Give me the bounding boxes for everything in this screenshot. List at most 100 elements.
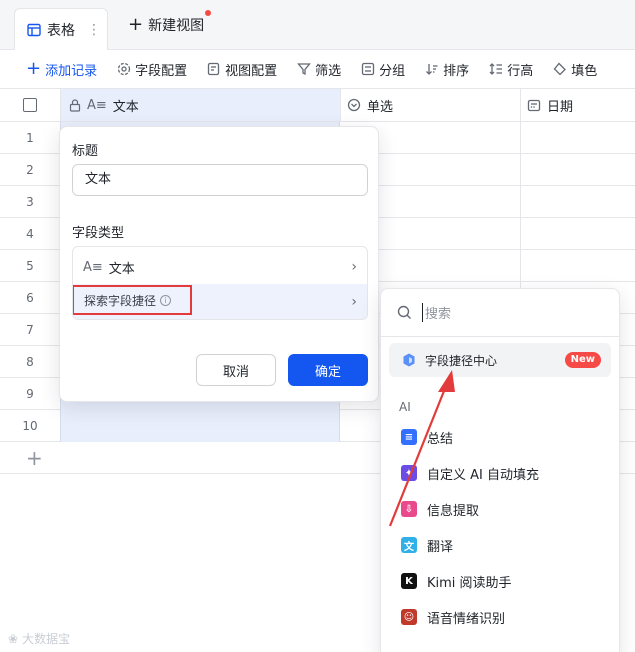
select-all-checkbox[interactable] bbox=[23, 98, 37, 112]
explore-shortcuts-label: 探索字段捷径 bbox=[84, 293, 157, 308]
toolbar: + 添加记录 字段配置 视图配置 筛选 分组 排序 行高 填色 bbox=[0, 50, 635, 88]
tab-label: 表格 bbox=[47, 22, 75, 39]
cell-divider bbox=[520, 154, 521, 186]
new-view-label: 新建视图 bbox=[148, 18, 205, 34]
shortcut-item-label: 自定义 AI 自动填充 bbox=[427, 467, 539, 483]
emotion-icon: ☺ bbox=[401, 609, 417, 625]
plus-icon: + bbox=[26, 446, 43, 470]
fill-color-label: 填色 bbox=[571, 63, 598, 79]
explore-shortcuts-option[interactable]: 探索字段捷径 i › bbox=[73, 284, 367, 319]
cell-divider bbox=[520, 218, 521, 250]
shortcut-center-item[interactable]: 字段捷径中心 New bbox=[389, 343, 611, 377]
column-header-date[interactable]: 日期 bbox=[520, 88, 635, 122]
notification-dot bbox=[205, 10, 211, 16]
shortcut-item-kimi[interactable]: K Kimi 阅读助手 bbox=[401, 563, 512, 599]
calendar-icon bbox=[527, 99, 541, 112]
explore-shortcuts-highlight: 探索字段捷径 i bbox=[73, 285, 192, 315]
shortcut-item-label: 翻译 bbox=[427, 539, 454, 555]
text-type-icon: A≡ bbox=[83, 259, 103, 275]
lock-icon bbox=[69, 98, 81, 112]
add-record-label: 添加记录 bbox=[45, 63, 98, 79]
title-label: 标题 bbox=[72, 144, 99, 159]
more-icon[interactable]: ⋮ bbox=[87, 22, 101, 38]
view-tab-bar: 表格 ⋮ + 新建视图 bbox=[0, 0, 635, 50]
row-number: 5 bbox=[26, 259, 34, 273]
sort-button[interactable]: 排序 bbox=[425, 60, 469, 79]
cell-text[interactable] bbox=[60, 410, 340, 442]
search-input[interactable]: 搜索 bbox=[422, 303, 451, 322]
shortcut-center-icon bbox=[403, 353, 415, 367]
group-icon bbox=[362, 62, 375, 76]
row-number: 6 bbox=[26, 291, 34, 305]
sparkle-icon: ✦ bbox=[401, 465, 417, 481]
watermark-text: 大数据宝 bbox=[22, 632, 71, 646]
add-record-button[interactable]: + 添加记录 bbox=[26, 60, 97, 79]
cell-divider bbox=[520, 186, 521, 218]
shortcut-item-label: Kimi 阅读助手 bbox=[427, 575, 512, 591]
row-height-button[interactable]: 行高 bbox=[489, 60, 533, 79]
table-icon bbox=[27, 23, 41, 36]
group-ai-heading: AI bbox=[399, 400, 411, 414]
title-input[interactable]: 文本 bbox=[72, 164, 368, 196]
text-type-icon: A≡ bbox=[87, 97, 107, 113]
summary-icon: ≡ bbox=[401, 429, 417, 445]
kimi-icon: K bbox=[401, 573, 417, 589]
row-number: 7 bbox=[26, 323, 34, 337]
row-number: 2 bbox=[26, 163, 34, 177]
field-config-label: 字段配置 bbox=[135, 63, 188, 79]
column-title-date: 日期 bbox=[547, 99, 574, 115]
sort-icon bbox=[426, 64, 438, 75]
info-icon[interactable]: i bbox=[160, 294, 172, 306]
select-all-header[interactable] bbox=[0, 88, 60, 122]
shortcut-item-label: 总结 bbox=[427, 431, 454, 447]
shortcut-item-emotion[interactable]: ☺ 语音情绪识别 bbox=[401, 599, 505, 635]
field-shortcut-dropdown: 搜索 字段捷径中心 New AI ≡ 总结 ✦ 自定义 AI 自动填充 ⇩ 信息… bbox=[380, 288, 620, 652]
view-config-button[interactable]: 视图配置 bbox=[207, 60, 277, 79]
cell-divider bbox=[520, 250, 521, 282]
row-number: 1 bbox=[26, 131, 34, 145]
column-title-select: 单选 bbox=[367, 99, 394, 115]
shortcut-item-summary[interactable]: ≡ 总结 bbox=[401, 419, 453, 455]
column-header-select[interactable]: 单选 bbox=[340, 88, 520, 122]
sort-label: 排序 bbox=[443, 63, 470, 79]
column-header-text[interactable]: A≡ 文本 bbox=[60, 88, 340, 122]
field-config-button[interactable]: 字段配置 bbox=[117, 60, 187, 79]
filter-label: 筛选 bbox=[315, 63, 342, 79]
translate-icon: 文 bbox=[401, 537, 417, 553]
new-badge: New bbox=[564, 352, 601, 368]
fill-color-button[interactable]: 填色 bbox=[553, 60, 597, 79]
shortcut-search[interactable]: 搜索 bbox=[381, 289, 619, 337]
shortcut-item-label: 信息提取 bbox=[427, 503, 480, 519]
chevron-right-icon: › bbox=[351, 259, 357, 275]
field-type-option-text[interactable]: A≡ 文本 › bbox=[73, 249, 367, 285]
gear-icon bbox=[117, 62, 131, 76]
shortcut-item-custom-ai[interactable]: ✦ 自定义 AI 自动填充 bbox=[401, 455, 539, 491]
shortcut-center-label: 字段捷径中心 bbox=[425, 353, 498, 368]
field-type-select: A≡ 文本 › 探索字段捷径 i › bbox=[72, 246, 368, 320]
paint-bucket-icon bbox=[553, 62, 567, 76]
row-number: 4 bbox=[26, 227, 34, 241]
plus-icon: + bbox=[26, 58, 42, 79]
shortcut-item-extract[interactable]: ⇩ 信息提取 bbox=[401, 491, 479, 527]
filter-icon bbox=[297, 63, 312, 76]
column-title-text: 文本 bbox=[112, 99, 139, 115]
view-config-label: 视图配置 bbox=[225, 63, 278, 79]
row-number: 9 bbox=[26, 387, 34, 401]
group-button[interactable]: 分组 bbox=[361, 60, 405, 79]
confirm-button[interactable]: 确定 bbox=[288, 354, 368, 386]
new-view-button[interactable]: + 新建视图 bbox=[128, 15, 204, 35]
single-select-icon bbox=[347, 98, 361, 112]
group-label: 分组 bbox=[379, 63, 406, 79]
shortcut-item-label: 语音情绪识别 bbox=[427, 611, 506, 627]
watermark: ❀ 大数据宝 bbox=[8, 630, 70, 647]
watermark-logo-icon: ❀ bbox=[8, 631, 19, 646]
row-number: 10 bbox=[22, 419, 38, 433]
cancel-button[interactable]: 取消 bbox=[196, 354, 276, 386]
plus-icon: + bbox=[128, 14, 144, 35]
tab-table[interactable]: 表格 ⋮ bbox=[14, 8, 108, 50]
filter-button[interactable]: 筛选 bbox=[297, 60, 341, 79]
row-height-label: 行高 bbox=[507, 63, 534, 79]
row-number: 3 bbox=[26, 195, 34, 209]
shortcut-item-translate[interactable]: 文 翻译 bbox=[401, 527, 453, 563]
field-type-label: 字段类型 bbox=[72, 226, 125, 241]
